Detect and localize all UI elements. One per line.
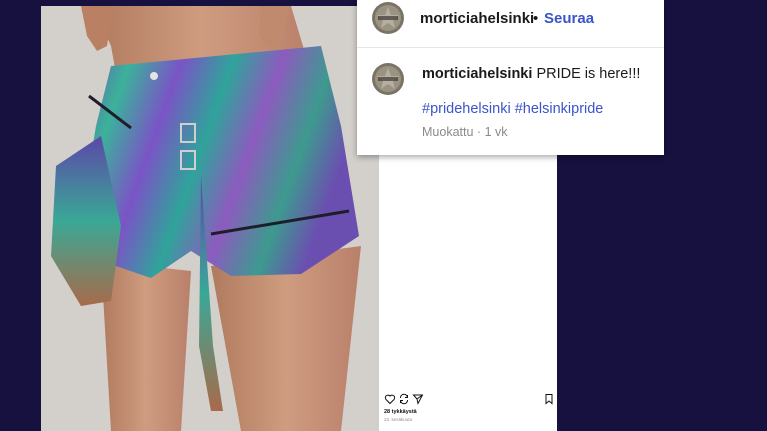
caption-text: PRIDE is here!!! <box>536 66 641 82</box>
hashtag-link[interactable]: #helsinkipride <box>515 101 604 117</box>
post-actions <box>384 393 554 407</box>
header-separator: • <box>533 10 539 27</box>
header-username[interactable]: morticiahelsinki <box>420 10 534 27</box>
meta-separator: · <box>476 125 482 139</box>
post-image[interactable] <box>41 6 379 431</box>
caption-username[interactable]: morticiahelsinki <box>422 66 532 82</box>
bookmark-icon[interactable] <box>543 393 555 405</box>
follow-button[interactable]: Seuraa <box>544 10 594 27</box>
post-date: 23. kesäkuuta <box>384 417 413 422</box>
post-detail-popup: morticiahelsinki • Seuraa morticiahelsin… <box>357 0 664 155</box>
heart-icon[interactable] <box>384 393 396 405</box>
avatar[interactable] <box>372 2 404 34</box>
share-icon[interactable] <box>412 393 424 405</box>
avatar-image <box>372 2 404 34</box>
repost-icon[interactable] <box>398 393 410 405</box>
avatar-image <box>372 63 404 95</box>
shorts-photo <box>41 6 379 431</box>
hashtags: #pridehelsinki #helsinkipride <box>422 101 603 117</box>
caption: morticiahelsinki PRIDE is here!!! <box>422 66 640 82</box>
likes-count[interactable]: 28 tykkäystä <box>384 409 417 415</box>
post-age[interactable]: 1 vk <box>485 125 508 139</box>
hashtag-link[interactable]: #pridehelsinki <box>422 101 511 117</box>
caption-meta: Muokattu · 1 vk <box>422 125 508 139</box>
caption-avatar[interactable] <box>372 63 404 95</box>
edited-label: Muokattu <box>422 125 474 139</box>
popup-header: morticiahelsinki • Seuraa <box>357 0 664 48</box>
